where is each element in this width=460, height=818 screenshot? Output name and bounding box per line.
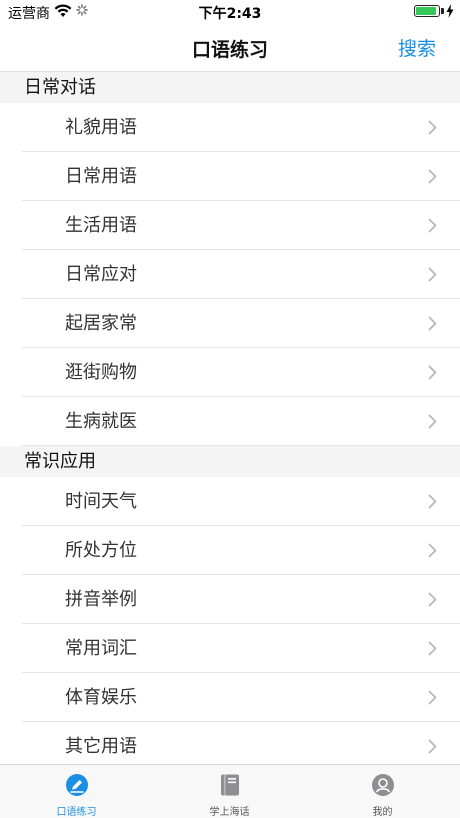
book-icon <box>220 774 239 796</box>
tab-me[interactable]: 我的 <box>306 765 459 818</box>
phrase-category-list[interactable]: 日常对话礼貌用语日常用语生活用语日常应对起居家常逛街购物生病就医常识应用时间天气… <box>0 72 460 764</box>
pencil-icon <box>65 774 88 796</box>
list-item-label: 起居家常 <box>65 313 137 334</box>
tab-bar: 口语练习 学上海话 我的 <box>0 764 460 818</box>
section-header: 日常对话 <box>0 72 460 103</box>
section-header: 常识应用 <box>0 446 460 477</box>
list-item-label: 拼音举例 <box>65 589 137 610</box>
list-item[interactable]: 常用词汇 <box>0 624 460 673</box>
navigation-bar: 口语练习 搜索 <box>0 22 460 72</box>
chevron-right-icon <box>428 316 437 331</box>
list-item-label: 生病就医 <box>65 411 137 432</box>
list-item-label: 日常用语 <box>65 166 137 187</box>
list-item[interactable]: 时间天气 <box>0 477 460 526</box>
list-item[interactable]: 体育娱乐 <box>0 673 460 722</box>
list-item-label: 常用词汇 <box>65 638 137 659</box>
chevron-right-icon <box>428 267 437 282</box>
chevron-right-icon <box>428 169 437 184</box>
profile-icon <box>371 774 394 796</box>
list-item[interactable]: 日常应对 <box>0 250 460 299</box>
battery-cap <box>441 8 444 14</box>
tab-speaking-practice[interactable]: 口语练习 <box>0 765 153 818</box>
chevron-right-icon <box>428 592 437 607</box>
list-item[interactable]: 礼貌用语 <box>0 103 460 152</box>
list-item-label: 逛街购物 <box>65 362 137 383</box>
list-item-label: 时间天气 <box>65 491 137 512</box>
tab-learn-shanghainese[interactable]: 学上海话 <box>153 765 306 818</box>
list-item-label: 体育娱乐 <box>65 687 137 708</box>
list-item[interactable]: 生活用语 <box>0 201 460 250</box>
battery-icon <box>414 5 440 17</box>
chevron-right-icon <box>428 739 437 754</box>
search-button[interactable]: 搜索 <box>398 34 436 61</box>
list-item-label: 日常应对 <box>65 264 137 285</box>
list-item-label: 所处方位 <box>65 540 137 561</box>
battery-fill <box>416 7 436 15</box>
list-item[interactable]: 逛街购物 <box>0 348 460 397</box>
list-item[interactable]: 所处方位 <box>0 526 460 575</box>
chevron-right-icon <box>428 641 437 656</box>
list-item[interactable]: 起居家常 <box>0 299 460 348</box>
status-time: 下午2:43 <box>198 6 262 22</box>
list-item[interactable]: 日常用语 <box>0 152 460 201</box>
chevron-right-icon <box>428 690 437 705</box>
chevron-right-icon <box>428 120 437 135</box>
chevron-right-icon <box>428 365 437 380</box>
status-bar: 运营商 下午2:43 <box>0 0 460 22</box>
chevron-right-icon <box>428 494 437 509</box>
list-item-label: 礼貌用语 <box>65 117 137 138</box>
list-item[interactable]: 其它用语 <box>0 722 460 764</box>
tab-label: 学上海话 <box>209 807 250 818</box>
chevron-right-icon <box>428 543 437 558</box>
list-item[interactable]: 生病就医 <box>0 397 460 446</box>
list-item[interactable]: 拼音举例 <box>0 575 460 624</box>
page-title: 口语练习 <box>191 39 268 61</box>
charging-bolt-icon <box>446 4 454 18</box>
list-item-label: 其它用语 <box>65 736 137 757</box>
tab-label: 我的 <box>372 807 393 818</box>
chevron-right-icon <box>428 414 437 429</box>
list-item-label: 生活用语 <box>65 215 137 236</box>
tab-label: 口语练习 <box>56 807 97 818</box>
chevron-right-icon <box>428 218 437 233</box>
